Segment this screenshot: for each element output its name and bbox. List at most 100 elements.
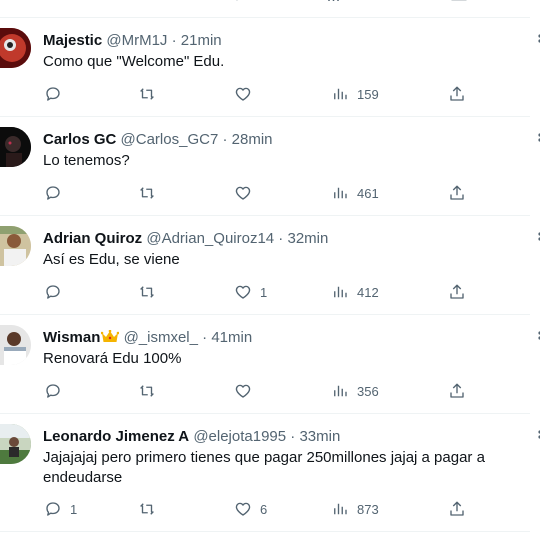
- views-button[interactable]: 461: [331, 184, 379, 202]
- like-count: 6: [260, 501, 268, 517]
- dot-separator: ·: [197, 329, 212, 346]
- heart-icon: [234, 382, 252, 400]
- timestamp[interactable]: 21min: [181, 32, 222, 49]
- views-icon: [331, 85, 349, 103]
- repost-icon: [138, 85, 156, 103]
- tweet[interactable]: Majestic @MrM1J · 21min Como que "Welcom…: [0, 18, 540, 116]
- timestamp[interactable]: 32min: [287, 230, 328, 247]
- views-button[interactable]: 356: [331, 382, 379, 400]
- more-icon[interactable]: [531, 231, 540, 247]
- views-icon: [331, 382, 349, 400]
- avatar[interactable]: [0, 127, 31, 167]
- tweet-header: Majestic @MrM1J · 21min: [43, 32, 222, 50]
- repost-button[interactable]: [138, 283, 156, 301]
- reply-button[interactable]: [44, 382, 70, 400]
- reply-icon: [44, 283, 62, 301]
- reply-count: 1: [70, 501, 78, 517]
- repost-button[interactable]: [138, 500, 156, 518]
- views-count: 356: [357, 383, 379, 399]
- avatar[interactable]: [0, 325, 31, 365]
- share-icon: [448, 382, 466, 400]
- reply-button[interactable]: 1: [44, 500, 77, 518]
- reply-icon: [44, 500, 62, 518]
- heart-icon: [234, 500, 252, 518]
- timestamp[interactable]: 33min: [299, 428, 340, 445]
- previous-share-icon[interactable]: [450, 0, 468, 4]
- tweet-header: Leonardo Jimenez A @elejota1995 · 33min: [43, 428, 340, 446]
- crown-icon: [101, 329, 120, 349]
- share-button[interactable]: [448, 500, 466, 518]
- like-button[interactable]: 6: [234, 500, 267, 518]
- share-button[interactable]: [448, 382, 466, 400]
- tweet-text: Así es Edu, se viene: [43, 251, 180, 268]
- views-count: 412: [357, 284, 379, 300]
- tweet[interactable]: Adrian Quiroz @Adrian_Quiroz14 · 32min A…: [0, 216, 540, 314]
- reply-button[interactable]: [44, 283, 70, 301]
- views-icon: [331, 283, 349, 301]
- views-count: 873: [357, 501, 379, 517]
- tweet-header: Carlos GC @Carlos_GC7 · 28min: [43, 131, 273, 149]
- previous-views-icon[interactable]: [326, 0, 344, 4]
- dot-separator: ·: [286, 428, 300, 445]
- display-name[interactable]: Leonardo Jimenez A: [43, 428, 189, 445]
- views-count: 461: [357, 185, 379, 201]
- reply-button[interactable]: [44, 184, 70, 202]
- timestamp[interactable]: 28min: [232, 131, 273, 148]
- heart-icon: [234, 85, 252, 103]
- handle[interactable]: @Adrian_Quiroz14: [146, 230, 274, 247]
- tweet-text: Como que "Welcome" Edu.: [43, 53, 225, 70]
- share-button[interactable]: [448, 283, 466, 301]
- more-icon[interactable]: [531, 429, 540, 445]
- handle[interactable]: @Carlos_GC7: [121, 131, 219, 148]
- avatar[interactable]: [0, 28, 31, 68]
- dot-separator: ·: [167, 32, 181, 49]
- reply-icon: [44, 184, 62, 202]
- display-name[interactable]: Wisman: [43, 329, 100, 346]
- more-icon[interactable]: [531, 132, 540, 148]
- like-button[interactable]: [234, 85, 260, 103]
- avatar[interactable]: [0, 424, 31, 464]
- views-button[interactable]: 873: [331, 500, 379, 518]
- tweet[interactable]: Wisman @_ismxel_ · 41min Renovará Edu 10…: [0, 315, 540, 413]
- share-icon: [448, 85, 466, 103]
- repost-button[interactable]: [138, 382, 156, 400]
- tweet-text: Renovará Edu 100%: [43, 350, 182, 367]
- repost-button[interactable]: [138, 85, 156, 103]
- tweet[interactable]: Carlos GC @Carlos_GC7 · 28min Lo tenemos…: [0, 117, 540, 215]
- display-name[interactable]: Carlos GC: [43, 131, 116, 148]
- handle[interactable]: @_ismxel_: [124, 329, 198, 346]
- views-count: 159: [357, 86, 379, 102]
- more-icon[interactable]: [531, 33, 540, 49]
- timestamp[interactable]: 41min: [211, 329, 252, 346]
- heart-icon: [234, 184, 252, 202]
- share-button[interactable]: [448, 184, 466, 202]
- handle[interactable]: @MrM1J: [106, 32, 167, 49]
- share-icon: [448, 500, 466, 518]
- reply-button[interactable]: [44, 85, 70, 103]
- more-icon[interactable]: [531, 330, 540, 346]
- handle[interactable]: @elejota1995: [193, 428, 286, 445]
- repost-button[interactable]: [138, 184, 156, 202]
- like-button[interactable]: 1: [234, 283, 267, 301]
- tweet-header: Adrian Quiroz @Adrian_Quiroz14 · 32min: [43, 230, 328, 248]
- views-icon: [331, 184, 349, 202]
- dot-separator: ·: [274, 230, 288, 247]
- like-button[interactable]: [234, 382, 260, 400]
- views-button[interactable]: 412: [331, 283, 379, 301]
- reply-icon: [44, 85, 62, 103]
- tweet-text: Jajajajaj pero primero tienes que pagar …: [43, 449, 485, 486]
- display-name[interactable]: Majestic: [43, 32, 102, 49]
- repost-icon: [138, 184, 156, 202]
- tweet[interactable]: Leonardo Jimenez A @elejota1995 · 33min …: [0, 414, 540, 532]
- views-icon: [331, 500, 349, 518]
- previous-like-icon[interactable]: [228, 0, 246, 4]
- share-button[interactable]: [448, 85, 466, 103]
- display-name[interactable]: Adrian Quiroz: [43, 230, 142, 247]
- reply-icon: [44, 382, 62, 400]
- repost-icon: [138, 500, 156, 518]
- like-button[interactable]: [234, 184, 260, 202]
- share-icon: [448, 184, 466, 202]
- views-button[interactable]: 159: [331, 85, 379, 103]
- avatar[interactable]: [0, 226, 31, 266]
- divider: [0, 531, 530, 532]
